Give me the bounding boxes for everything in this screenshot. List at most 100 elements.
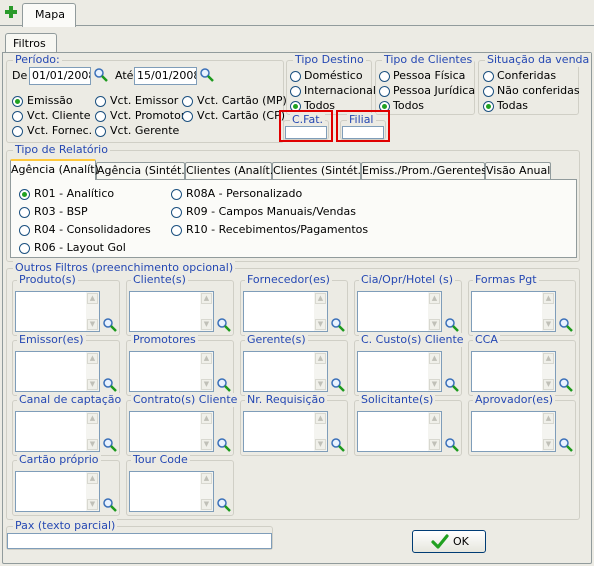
search-icon[interactable]	[444, 437, 460, 453]
filter-memo[interactable]: ▲ ▼	[243, 351, 328, 392]
de-date-input[interactable]: 01/01/2008	[29, 67, 91, 85]
scroll-down-arrow[interactable]: ▼	[429, 439, 440, 450]
search-icon[interactable]	[558, 437, 574, 453]
radio-r09[interactable]	[171, 207, 182, 218]
scrollbar[interactable]: ▲ ▼	[542, 352, 555, 391]
radio-r01[interactable]	[19, 189, 30, 200]
search-icon[interactable]	[216, 377, 232, 393]
radio-internacional[interactable]	[290, 86, 301, 97]
filter-memo[interactable]: ▲ ▼	[15, 291, 100, 332]
scrollbar[interactable]: ▲ ▼	[314, 292, 327, 331]
scrollbar[interactable]: ▲ ▼	[200, 472, 213, 511]
scroll-up-arrow[interactable]: ▲	[201, 413, 212, 424]
search-icon[interactable]	[216, 317, 232, 333]
radio-vct-cartao-cp[interactable]	[182, 111, 193, 122]
pax-input[interactable]	[7, 533, 272, 549]
radio-nao-conferidas[interactable]	[483, 86, 494, 97]
search-icon[interactable]	[102, 437, 118, 453]
radio-vct-promotor[interactable]	[95, 111, 106, 122]
filter-memo[interactable]: ▲ ▼	[471, 351, 556, 392]
filter-memo[interactable]: ▲ ▼	[357, 351, 442, 392]
scroll-up-arrow[interactable]: ▲	[429, 293, 440, 304]
scrollbar[interactable]: ▲ ▼	[86, 292, 99, 331]
filter-memo[interactable]: ▲ ▼	[129, 471, 214, 512]
filter-memo[interactable]: ▲ ▼	[243, 291, 328, 332]
scroll-up-arrow[interactable]: ▲	[87, 413, 98, 424]
filter-memo[interactable]: ▲ ▼	[129, 351, 214, 392]
ate-date-input[interactable]: 15/01/2008	[134, 67, 197, 85]
scroll-down-arrow[interactable]: ▼	[201, 499, 212, 510]
scroll-down-arrow[interactable]: ▼	[429, 379, 440, 390]
scroll-down-arrow[interactable]: ▼	[315, 319, 326, 330]
scrollbar[interactable]: ▲ ▼	[200, 352, 213, 391]
scroll-up-arrow[interactable]: ▲	[429, 353, 440, 364]
radio-vct-fornec[interactable]	[12, 126, 23, 137]
scrollbar[interactable]: ▲ ▼	[86, 472, 99, 511]
filial-input[interactable]	[342, 126, 384, 139]
scroll-up-arrow[interactable]: ▲	[315, 353, 326, 364]
scroll-up-arrow[interactable]: ▲	[87, 473, 98, 484]
scrollbar[interactable]: ▲ ▼	[314, 412, 327, 451]
scroll-up-arrow[interactable]: ▲	[201, 473, 212, 484]
scroll-down-arrow[interactable]: ▼	[315, 439, 326, 450]
scroll-down-arrow[interactable]: ▼	[201, 439, 212, 450]
radio-r08a[interactable]	[171, 189, 182, 200]
filter-memo[interactable]: ▲ ▼	[471, 291, 556, 332]
scroll-down-arrow[interactable]: ▼	[87, 499, 98, 510]
filter-memo[interactable]: ▲ ▼	[129, 411, 214, 452]
scroll-down-arrow[interactable]: ▼	[543, 439, 554, 450]
filter-memo[interactable]: ▲ ▼	[15, 411, 100, 452]
scrollbar[interactable]: ▲ ▼	[86, 412, 99, 451]
search-icon[interactable]	[330, 317, 346, 333]
scroll-down-arrow[interactable]: ▼	[87, 379, 98, 390]
filter-memo[interactable]: ▲ ▼	[357, 291, 442, 332]
search-icon[interactable]	[558, 377, 574, 393]
scrollbar[interactable]: ▲ ▼	[428, 292, 441, 331]
scroll-down-arrow[interactable]: ▼	[315, 379, 326, 390]
tab-clientes-sintet[interactable]: Clientes (Sintét.)	[272, 162, 365, 179]
tab-agencia-analit[interactable]: Agência (Analít)	[10, 159, 99, 180]
search-icon[interactable]	[102, 497, 118, 513]
scrollbar[interactable]: ▲ ▼	[428, 412, 441, 451]
radio-r06[interactable]	[19, 243, 30, 254]
scroll-up-arrow[interactable]: ▲	[429, 413, 440, 424]
radio-situacao-todas[interactable]	[483, 101, 494, 112]
scroll-down-arrow[interactable]: ▼	[543, 319, 554, 330]
radio-vct-emissor[interactable]	[95, 96, 106, 107]
search-icon[interactable]	[444, 317, 460, 333]
search-icon[interactable]	[102, 317, 118, 333]
tab-emiss-prom-gerentes[interactable]: Emiss./Prom./Gerentes	[361, 162, 487, 179]
filter-memo[interactable]: ▲ ▼	[243, 411, 328, 452]
search-icon[interactable]	[93, 67, 109, 83]
scroll-up-arrow[interactable]: ▲	[201, 293, 212, 304]
scrollbar[interactable]: ▲ ▼	[314, 352, 327, 391]
scroll-up-arrow[interactable]: ▲	[87, 293, 98, 304]
scroll-up-arrow[interactable]: ▲	[87, 353, 98, 364]
tab-mapa[interactable]: Mapa	[22, 3, 76, 27]
search-icon[interactable]	[444, 377, 460, 393]
cfat-input[interactable]	[285, 126, 327, 139]
scroll-down-arrow[interactable]: ▼	[201, 319, 212, 330]
search-icon[interactable]	[216, 437, 232, 453]
scroll-up-arrow[interactable]: ▲	[543, 413, 554, 424]
scroll-up-arrow[interactable]: ▲	[315, 293, 326, 304]
scrollbar[interactable]: ▲ ▼	[200, 292, 213, 331]
scroll-down-arrow[interactable]: ▼	[429, 319, 440, 330]
filter-memo[interactable]: ▲ ▼	[129, 291, 214, 332]
ok-button[interactable]: OK	[412, 530, 486, 553]
scrollbar[interactable]: ▲ ▼	[200, 412, 213, 451]
scroll-up-arrow[interactable]: ▲	[201, 353, 212, 364]
filter-memo[interactable]: ▲ ▼	[471, 411, 556, 452]
search-icon[interactable]	[102, 377, 118, 393]
search-icon[interactable]	[558, 317, 574, 333]
scroll-up-arrow[interactable]: ▲	[315, 413, 326, 424]
search-icon[interactable]	[199, 67, 215, 83]
scroll-down-arrow[interactable]: ▼	[543, 379, 554, 390]
tab-filtros[interactable]: Filtros	[5, 33, 57, 53]
radio-emissao[interactable]	[12, 96, 23, 107]
radio-r04[interactable]	[19, 225, 30, 236]
scroll-down-arrow[interactable]: ▼	[87, 439, 98, 450]
scrollbar[interactable]: ▲ ▼	[542, 292, 555, 331]
radio-vct-cliente[interactable]	[12, 111, 23, 122]
radio-r10[interactable]	[171, 225, 182, 236]
